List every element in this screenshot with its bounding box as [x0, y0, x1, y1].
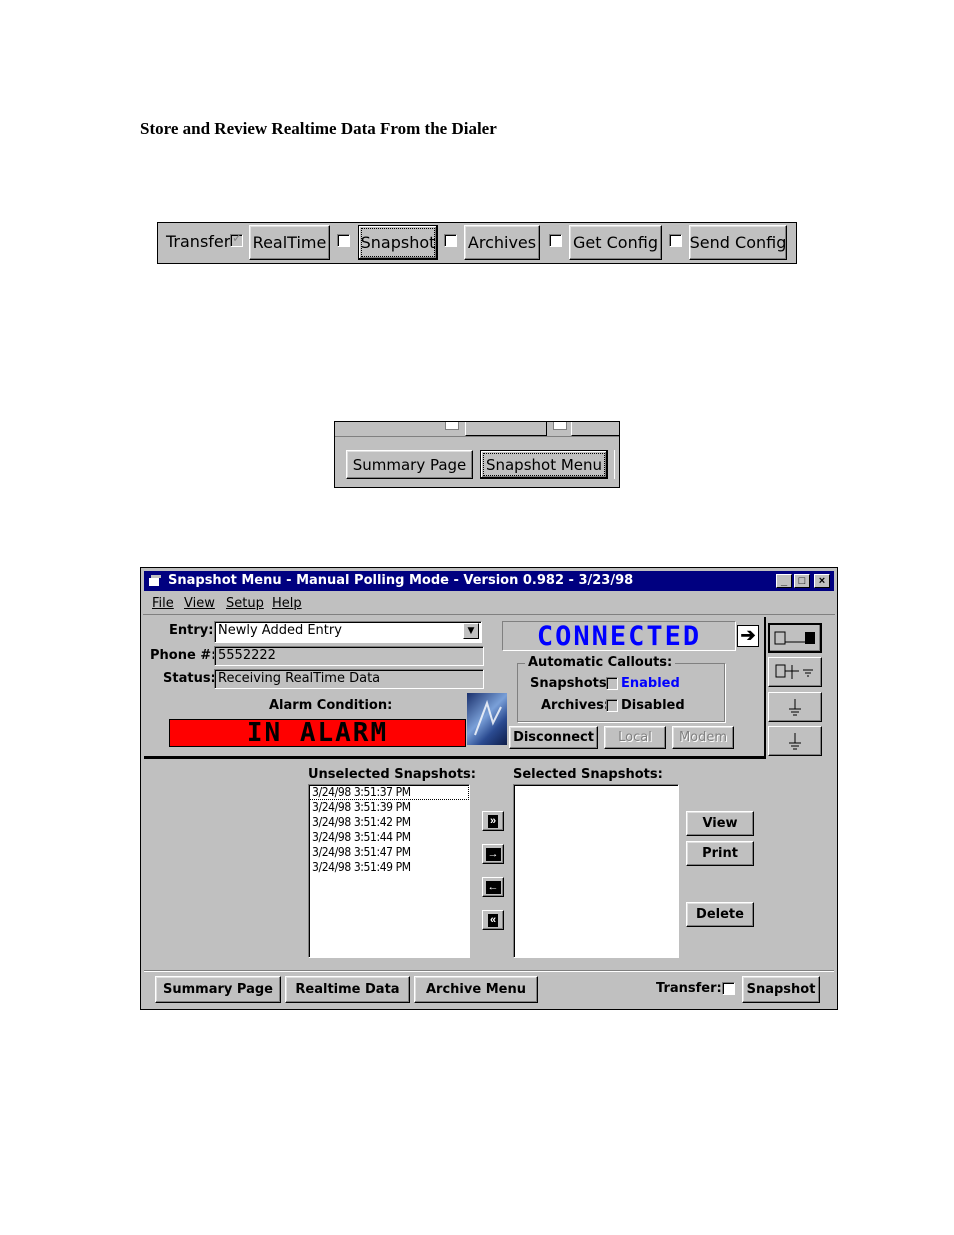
- selected-snapshots-label: Selected Snapshots:: [513, 767, 663, 782]
- entry-label: Entry:: [169, 623, 214, 638]
- snapshot-menu-window: Snapshot Menu - Manual Polling Mode - Ve…: [140, 567, 838, 1010]
- get-config-checkbox[interactable]: [669, 234, 682, 247]
- snapshot-button[interactable]: Snapshot: [358, 225, 438, 260]
- cropped-button-2: [571, 422, 619, 436]
- get-config-button[interactable]: Get Config: [569, 225, 662, 260]
- connection-display: CONNECTED: [502, 621, 736, 652]
- arrow-right-icon: ➔: [737, 625, 759, 647]
- snapshots-callout-label: Snapshots:: [530, 676, 612, 691]
- list-item[interactable]: 3/24/98 3:51:47 PM: [309, 845, 469, 860]
- cropped-toolbar-strip: [335, 422, 619, 437]
- status-field: Receiving RealTime Data: [214, 669, 484, 689]
- list-item[interactable]: 3/24/98 3:51:49 PM: [309, 860, 469, 875]
- phone-label: Phone #:: [150, 648, 217, 663]
- menu-help[interactable]: Help: [272, 596, 302, 611]
- menu-view[interactable]: View: [184, 596, 215, 611]
- menu-divider: [143, 614, 835, 615]
- move-right-icon[interactable]: →: [482, 844, 504, 864]
- bottom-divider: [144, 970, 834, 971]
- archive-menu-button[interactable]: Archive Menu: [414, 976, 538, 1003]
- snapshot-menu-button[interactable]: Snapshot Menu: [480, 450, 608, 479]
- phone-field: 5552222: [214, 646, 484, 666]
- app-icon: [148, 574, 162, 588]
- snapshots-callout-state: Enabled: [621, 676, 680, 691]
- transfer-checkbox[interactable]: ✓: [230, 231, 243, 247]
- transfer-toolbar: Transfer: ✓ RealTime Snapshot Archives G…: [157, 222, 797, 264]
- cropped-checkbox: [445, 422, 459, 430]
- chevron-down-icon[interactable]: ▼: [463, 623, 479, 639]
- disconnect-button[interactable]: Disconnect: [509, 726, 598, 749]
- maximize-button[interactable]: □: [794, 574, 810, 588]
- menu-file[interactable]: File: [152, 596, 174, 611]
- archives-button[interactable]: Archives: [464, 225, 540, 260]
- summary-page-bottom-button[interactable]: Summary Page: [155, 976, 281, 1003]
- minimize-button[interactable]: _: [776, 574, 792, 588]
- transfer-bottom-label: Transfer:: [656, 981, 722, 996]
- summary-page-button[interactable]: Summary Page: [346, 450, 473, 479]
- alarm-condition-label: Alarm Condition:: [269, 698, 393, 713]
- archives-checkbox[interactable]: [549, 234, 562, 247]
- entry-value: Newly Added Entry: [218, 623, 342, 638]
- alarm-display: IN ALARM: [169, 718, 466, 748]
- ground-icon-1[interactable]: [768, 692, 822, 722]
- modem-button[interactable]: Modem: [672, 726, 734, 749]
- cropped-checkbox-2: [553, 422, 567, 430]
- list-item[interactable]: 3/24/98 3:51:42 PM: [309, 815, 469, 830]
- selected-snapshots-list[interactable]: [513, 784, 679, 958]
- network-connected-icon[interactable]: [768, 623, 822, 653]
- archives-callout-state: Disabled: [621, 698, 685, 713]
- menu-toolbar-crop: Summary Page Snapshot Menu: [334, 421, 620, 488]
- list-item[interactable]: 3/24/98 3:51:37 PM: [309, 785, 469, 800]
- status-label: Status:: [163, 671, 216, 686]
- archives-callout-label: Archives:: [541, 698, 610, 713]
- send-config-button[interactable]: Send Config: [689, 225, 787, 260]
- snapshot-bottom-button[interactable]: Snapshot: [742, 976, 820, 1003]
- dialer-image: [467, 693, 507, 745]
- menu-setup[interactable]: Setup: [226, 596, 264, 611]
- cropped-button-3: [614, 450, 619, 479]
- move-all-left-icon[interactable]: «: [482, 910, 504, 930]
- snapshot-checkbox[interactable]: [444, 234, 457, 247]
- ground-icon-2[interactable]: [768, 726, 822, 756]
- realtime-data-button[interactable]: Realtime Data: [285, 976, 410, 1003]
- close-button[interactable]: ×: [814, 574, 830, 588]
- archives-callout-checkbox[interactable]: [606, 699, 618, 712]
- local-button[interactable]: Local: [604, 726, 666, 749]
- unselected-snapshots-list[interactable]: 3/24/98 3:51:37 PM 3/24/98 3:51:39 PM 3/…: [308, 784, 470, 958]
- automatic-callouts-group: [517, 663, 725, 722]
- title-bar: Snapshot Menu - Manual Polling Mode - Ve…: [144, 571, 834, 591]
- list-item[interactable]: 3/24/98 3:51:44 PM: [309, 830, 469, 845]
- cropped-button: [465, 422, 547, 436]
- unselected-snapshots-label: Unselected Snapshots:: [308, 767, 476, 782]
- realtime-button[interactable]: RealTime: [249, 225, 330, 260]
- panel-divider: [144, 756, 766, 759]
- delete-button[interactable]: Delete: [686, 902, 754, 927]
- move-all-right-icon[interactable]: »: [482, 811, 504, 831]
- page-heading: Store and Review Realtime Data From the …: [140, 119, 497, 138]
- transfer-bottom-checkbox[interactable]: [722, 982, 735, 995]
- transfer-label: Transfer:: [166, 232, 236, 251]
- list-item[interactable]: 3/24/98 3:51:39 PM: [309, 800, 469, 815]
- print-button[interactable]: Print: [686, 841, 754, 866]
- move-left-icon[interactable]: ←: [482, 877, 504, 897]
- automatic-callouts-label: Automatic Callouts:: [525, 655, 676, 670]
- entry-select[interactable]: Newly Added Entry ▼: [214, 621, 482, 643]
- realtime-checkbox[interactable]: [337, 234, 350, 247]
- snapshots-callout-checkbox[interactable]: [606, 677, 618, 690]
- view-button[interactable]: View: [686, 811, 754, 836]
- line-ground-icon[interactable]: [768, 657, 822, 687]
- window-title: Snapshot Menu - Manual Polling Mode - Ve…: [168, 573, 634, 588]
